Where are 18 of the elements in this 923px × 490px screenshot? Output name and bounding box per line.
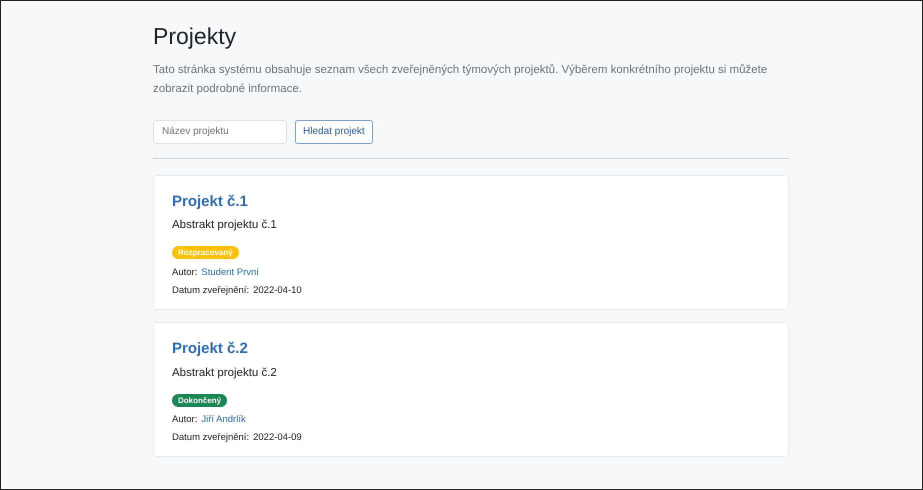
date-label: Datum zveřejnění: bbox=[172, 432, 250, 444]
project-title-link[interactable]: Projekt č.2 bbox=[172, 340, 248, 357]
project-abstract: Abstrakt projektu č.2 bbox=[172, 366, 278, 381]
status-badge: Rozpracovaný bbox=[172, 246, 239, 260]
project-title-link[interactable]: Projekt č.1 bbox=[172, 192, 248, 210]
status-badge: Dokončený bbox=[172, 394, 228, 407]
search-button[interactable]: Hledat projekt bbox=[295, 120, 373, 144]
project-abstract: Abstrakt projektu č.1 bbox=[172, 218, 278, 234]
page-title: Projekty bbox=[153, 23, 238, 51]
author-label: Autor: bbox=[172, 267, 198, 280]
author-label: Autor: bbox=[172, 414, 198, 427]
date-label: Datum zveřejnění: bbox=[172, 284, 250, 297]
publish-date: 2022-04-10 bbox=[253, 284, 302, 297]
page-description: Tato stránka systému obsahuje seznam všech zveřejněných týmových projektů. Výběrem konkrétního projektu si můžete zobrazit podrobné informace. bbox=[153, 62, 768, 98]
author-link[interactable]: Student První bbox=[201, 267, 259, 280]
author-link[interactable]: Jiří Andrlík bbox=[201, 414, 246, 427]
search-field[interactable]: Název projektu bbox=[153, 120, 287, 144]
publish-date: 2022-04-09 bbox=[253, 432, 302, 444]
